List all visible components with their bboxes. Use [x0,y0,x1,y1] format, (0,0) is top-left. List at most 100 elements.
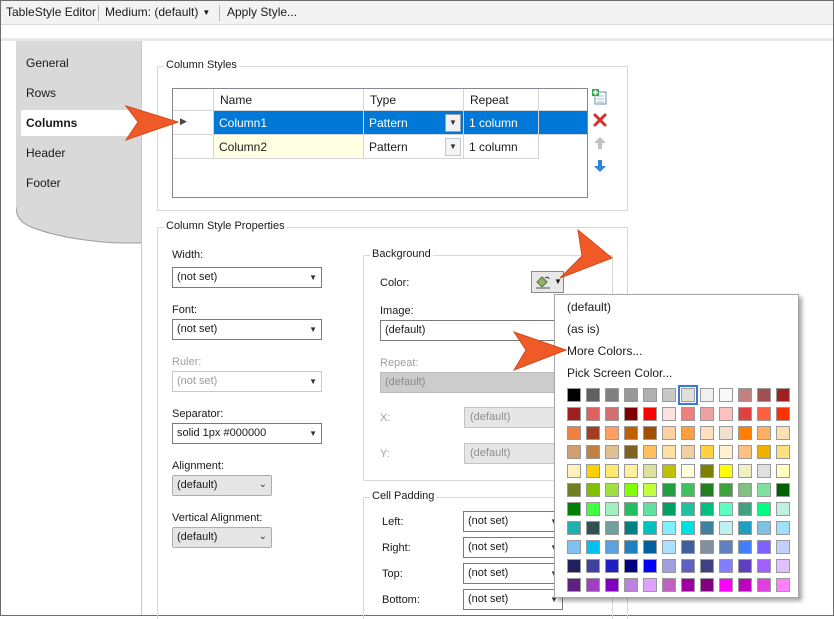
color-swatch[interactable] [605,445,619,459]
repeat-select[interactable]: (default) [380,372,554,393]
cell-name[interactable]: Column2 [214,135,364,159]
color-swatch[interactable] [643,559,657,573]
color-swatch[interactable] [757,388,771,402]
color-swatch[interactable] [738,407,752,421]
color-swatch[interactable] [624,559,638,573]
move-down-icon[interactable] [592,158,608,174]
color-swatch[interactable] [757,426,771,440]
column-styles-grid[interactable]: Name Type Repeat ▶ Column1 Pattern ▼ 1 c… [172,88,588,198]
separator-select[interactable]: solid 1px #000000 ▼ [172,423,322,444]
color-swatch[interactable] [643,483,657,497]
vertical-alignment-select[interactable]: (default) ⌄ [172,527,272,548]
type-dropdown-button[interactable]: ▼ [445,114,461,132]
table-row[interactable]: ▶ Column1 Pattern ▼ 1 column [173,111,587,135]
color-swatch[interactable] [681,559,695,573]
cell-type[interactable]: Pattern ▼ [364,135,464,159]
color-swatch[interactable] [605,464,619,478]
color-swatch[interactable] [643,540,657,554]
color-swatch[interactable] [624,388,638,402]
color-swatch[interactable] [605,521,619,535]
nav-item-header[interactable]: Header [26,146,65,160]
nav-item-rows[interactable]: Rows [26,86,56,100]
color-swatch[interactable] [605,388,619,402]
color-swatch[interactable] [776,388,790,402]
color-swatch[interactable] [776,483,790,497]
width-select[interactable]: (not set) ▼ [172,267,322,288]
color-swatch[interactable] [700,388,714,402]
color-swatch[interactable] [700,407,714,421]
padding-top-select[interactable]: (not set)▼ [463,563,563,584]
padding-bottom-select[interactable]: (not set) ▼ [463,589,563,610]
font-select[interactable]: (not set) ▼ [172,319,322,340]
color-swatch[interactable] [624,578,638,592]
color-swatch[interactable] [624,483,638,497]
table-row[interactable]: Column2 Pattern ▼ 1 column [173,135,587,159]
color-swatch[interactable] [738,464,752,478]
color-swatch[interactable] [662,502,676,516]
color-swatch[interactable] [700,521,714,535]
cell-repeat[interactable]: 1 column [464,111,539,135]
color-swatch[interactable] [776,464,790,478]
color-swatch[interactable] [681,464,695,478]
color-swatch[interactable] [700,464,714,478]
color-swatch[interactable] [567,426,581,440]
menu-item-more-colors[interactable]: More Colors... [567,344,642,358]
color-swatch[interactable] [681,578,695,592]
color-swatch[interactable] [624,445,638,459]
y-input[interactable]: (default) [464,443,554,464]
cell-type[interactable]: Pattern ▼ [364,111,464,135]
color-swatch[interactable] [567,540,581,554]
color-swatch[interactable] [681,445,695,459]
color-swatch[interactable] [776,407,790,421]
color-swatch[interactable] [700,426,714,440]
color-swatch[interactable] [624,426,638,440]
color-swatch[interactable] [586,407,600,421]
color-swatch[interactable] [643,388,657,402]
color-swatch[interactable] [719,445,733,459]
color-swatch[interactable] [567,521,581,535]
color-swatch[interactable] [662,559,676,573]
color-swatch[interactable] [624,464,638,478]
color-swatch[interactable] [776,502,790,516]
color-swatch[interactable] [662,464,676,478]
padding-right-select[interactable]: (not set)▼ [463,537,563,558]
color-swatch[interactable] [719,521,733,535]
color-swatch[interactable] [662,540,676,554]
color-swatch[interactable] [605,426,619,440]
color-swatch[interactable] [662,388,676,402]
color-swatch[interactable] [681,502,695,516]
color-swatch[interactable] [700,502,714,516]
color-swatch[interactable] [567,578,581,592]
color-swatch[interactable] [605,540,619,554]
color-swatch[interactable] [719,388,733,402]
alignment-select[interactable]: (default) ⌄ [172,475,272,496]
color-swatch[interactable] [776,521,790,535]
color-swatch[interactable] [586,578,600,592]
apply-style-button[interactable]: Apply Style... [227,5,297,19]
x-input[interactable]: (default) [464,407,554,428]
color-swatch[interactable] [719,502,733,516]
move-up-icon[interactable] [592,135,608,151]
color-swatch[interactable] [662,483,676,497]
color-swatch[interactable] [757,445,771,459]
color-swatch[interactable] [567,388,581,402]
color-swatch[interactable] [586,521,600,535]
color-swatch[interactable] [586,502,600,516]
color-swatch[interactable] [662,521,676,535]
color-swatch[interactable] [700,445,714,459]
color-swatch[interactable] [643,407,657,421]
padding-left-select[interactable]: (not set)▼ [463,511,563,532]
nav-item-columns[interactable]: Columns [21,110,141,136]
color-swatch[interactable] [624,407,638,421]
color-swatch[interactable] [776,578,790,592]
color-swatch[interactable] [605,483,619,497]
color-swatch[interactable] [643,445,657,459]
color-swatch[interactable] [567,407,581,421]
column-header-type[interactable]: Type [364,89,464,111]
color-swatch[interactable] [757,502,771,516]
color-swatch[interactable] [586,464,600,478]
color-swatch[interactable] [681,540,695,554]
color-swatch[interactable] [719,407,733,421]
color-swatch[interactable] [719,483,733,497]
color-swatch[interactable] [643,502,657,516]
